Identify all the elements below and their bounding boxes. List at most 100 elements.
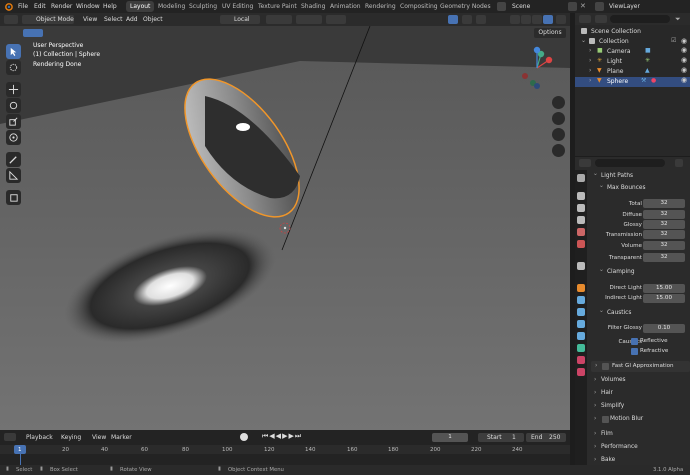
menu-keying[interactable]: Keying	[61, 434, 81, 441]
panel-simplify[interactable]: Simplify	[589, 401, 690, 412]
panel-caustics[interactable]: Caustics	[595, 306, 690, 319]
tool-measure-icon[interactable]	[6, 168, 21, 183]
3d-viewport[interactable]: User Perspective (1) Collection | Sphere…	[0, 26, 570, 430]
tab-object-icon[interactable]	[577, 284, 585, 292]
tab-world-icon[interactable]	[577, 240, 585, 248]
outliner-display-mode-icon[interactable]	[595, 15, 607, 23]
collection-visibility-eye-icon[interactable]: ◉	[681, 37, 687, 45]
fast-gi-checkbox[interactable]	[602, 363, 609, 370]
tab-geometry-nodes[interactable]: Geometry Nodes	[436, 1, 495, 12]
tool-annotate-icon[interactable]	[6, 152, 21, 167]
frame-ruler[interactable]	[0, 445, 570, 454]
tab-particles-icon[interactable]	[577, 308, 585, 316]
tab-sculpting[interactable]: Sculpting	[185, 1, 221, 12]
motion-blur-checkbox[interactable]	[602, 416, 609, 423]
menu-marker[interactable]: Marker	[111, 434, 132, 441]
panel-performance[interactable]: Performance	[589, 442, 690, 453]
shading-solid-icon[interactable]	[521, 15, 531, 24]
glossy-bounces-field[interactable]: 32	[643, 220, 685, 229]
panel-max-bounces[interactable]: Max Bounces	[595, 181, 690, 194]
row-expand-icon[interactable]: ›	[589, 47, 591, 54]
scene-name[interactable]: Scene	[512, 3, 530, 10]
camera-view-icon[interactable]	[552, 128, 565, 141]
tab-animation[interactable]: Animation	[326, 1, 365, 12]
total-bounces-field[interactable]: 32	[643, 199, 685, 208]
outliner-row-light[interactable]: › ✳ Light ✳ ◉	[575, 56, 690, 67]
options-button[interactable]: Options	[534, 28, 566, 38]
panel-film[interactable]: Film	[589, 429, 690, 440]
tool-cursor-icon[interactable]	[6, 60, 21, 75]
pin-icon[interactable]	[675, 159, 683, 167]
menu-file[interactable]: File	[18, 3, 28, 10]
tab-constraints-icon[interactable]	[577, 332, 585, 340]
pivot-point-icon[interactable]	[266, 15, 292, 24]
visibility-eye-icon[interactable]: ◉	[681, 66, 687, 74]
outliner-editor-icon[interactable]	[579, 15, 591, 23]
tab-modifiers-icon[interactable]	[577, 296, 585, 304]
scene-selector-icon[interactable]	[497, 2, 506, 11]
panel-volumes[interactable]: Volumes	[589, 375, 690, 386]
tool-move-icon[interactable]	[6, 82, 21, 97]
collection-exclude-checkbox-icon[interactable]: ☑	[671, 37, 676, 44]
tab-texture-paint[interactable]: Texture Paint	[254, 1, 301, 12]
panel-clamping[interactable]: Clamping	[595, 265, 690, 278]
refractive-checkbox[interactable]	[631, 348, 638, 355]
tab-material-icon[interactable]	[577, 356, 585, 364]
transform-orientation-dropdown[interactable]: Local	[220, 15, 260, 24]
outliner-search-input[interactable]	[610, 15, 670, 23]
select-mode-extend-icon[interactable]	[44, 29, 64, 37]
transparent-bounces-field[interactable]: 32	[643, 253, 685, 262]
row-expand-icon[interactable]: ›	[589, 77, 591, 84]
tab-rendering[interactable]: Rendering	[361, 1, 400, 12]
tool-rotate-icon[interactable]	[6, 98, 21, 113]
volume-bounces-field[interactable]: 32	[643, 241, 685, 250]
indirect-light-field[interactable]: 15.00	[643, 294, 685, 303]
panel-hair[interactable]: Hair	[589, 388, 690, 399]
snap-icon[interactable]	[296, 15, 322, 24]
panel-light-paths[interactable]: Light Paths	[589, 169, 690, 182]
tab-output-icon[interactable]	[577, 204, 585, 212]
editor-type-icon[interactable]	[4, 15, 18, 24]
row-expand-icon[interactable]: ›	[589, 57, 591, 64]
mode-dropdown[interactable]: Object Mode	[22, 15, 74, 24]
menu-object[interactable]: Object	[143, 16, 163, 23]
tab-shading[interactable]: Shading	[297, 1, 329, 12]
transmission-bounces-field[interactable]: 32	[643, 230, 685, 239]
view-layer-name[interactable]: ViewLayer	[609, 3, 640, 10]
menu-help[interactable]: Help	[103, 3, 117, 10]
tab-texture-icon[interactable]	[577, 368, 585, 376]
menu-timeline-view[interactable]: View	[92, 434, 106, 441]
show-overlays-icon[interactable]	[462, 15, 472, 24]
menu-view[interactable]: View	[83, 16, 97, 23]
shading-material-icon[interactable]	[532, 15, 542, 24]
tab-tool-icon[interactable]	[577, 174, 585, 182]
tab-view-layer-icon[interactable]	[577, 216, 585, 224]
end-frame-field[interactable]: End 250	[526, 433, 566, 442]
menu-render[interactable]: Render	[51, 3, 72, 10]
shading-options-icon[interactable]	[556, 15, 566, 24]
menu-add[interactable]: Add	[126, 16, 138, 23]
timeline-editor-icon[interactable]	[4, 433, 16, 441]
outliner-row-camera[interactable]: › ■ Camera ■ ◉	[575, 46, 690, 57]
shading-wireframe-icon[interactable]	[510, 15, 520, 24]
current-frame-field[interactable]: 1	[432, 433, 468, 442]
menu-playback[interactable]: Playback	[26, 434, 53, 441]
tab-layout[interactable]: Layout	[126, 1, 155, 12]
start-frame-field[interactable]: Start 1	[478, 433, 524, 442]
blender-logo-icon[interactable]	[4, 2, 13, 11]
visibility-eye-icon[interactable]: ◉	[681, 56, 687, 64]
show-gizmo-icon[interactable]	[448, 15, 458, 24]
diffuse-bounces-field[interactable]: 32	[643, 210, 685, 219]
menu-select[interactable]: Select	[104, 16, 123, 23]
playback-controls-icon[interactable]: ⏮◀◀▶▶⏭	[262, 432, 302, 441]
shading-rendered-icon[interactable]	[543, 15, 553, 24]
tab-render-icon[interactable]	[577, 192, 585, 200]
view-layer-icon[interactable]	[595, 2, 604, 11]
tool-scale-icon[interactable]	[6, 114, 21, 129]
reflective-checkbox[interactable]	[631, 338, 638, 345]
xray-icon[interactable]	[476, 15, 486, 24]
visibility-eye-icon[interactable]: ◉	[681, 76, 687, 84]
pan-hand-icon[interactable]	[552, 112, 565, 125]
filter-glossy-field[interactable]: 0.10	[643, 324, 685, 333]
direct-light-field[interactable]: 15.00	[643, 284, 685, 293]
